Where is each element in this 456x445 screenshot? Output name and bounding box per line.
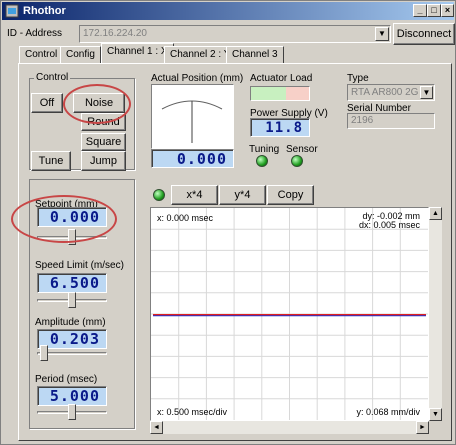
type-combobox[interactable]: RTA AR800 2G ▼ [347, 84, 435, 101]
sensor-led-icon [291, 155, 303, 167]
speed-limit-slider-thumb[interactable] [68, 292, 76, 308]
tab-channel-1[interactable]: Channel 1 : X [101, 43, 174, 64]
tab-control[interactable]: Control [19, 46, 64, 64]
serial-number-field: 2196 [347, 113, 435, 129]
position-gauge [151, 84, 234, 149]
tune-button[interactable]: Tune [31, 151, 71, 171]
app-window: Rhothor _ □ × ID - Address 172.16.224.20… [0, 0, 456, 445]
scope-horizontal-scrollbar[interactable]: ◄ ► [150, 421, 429, 434]
scope-vertical-scrollbar[interactable]: ▲ ▼ [429, 207, 442, 421]
tab-config[interactable]: Config [60, 46, 101, 64]
amplitude-label: Amplitude (mm) [35, 317, 106, 328]
highlight-circle-setpoint [11, 195, 117, 243]
tab-channel-3[interactable]: Channel 3 [226, 46, 284, 64]
maximize-icon[interactable]: □ [427, 4, 441, 17]
position-display: 0.000 [151, 149, 234, 168]
jump-button[interactable]: Jump [81, 151, 126, 171]
actuator-load-bar [250, 86, 310, 101]
scope-status-led-icon [153, 189, 165, 201]
type-value: RTA AR800 2G [351, 87, 419, 98]
type-chevron-down-icon[interactable]: ▼ [420, 86, 433, 99]
address-combobox[interactable]: 172.16.224.20 ▼ [79, 25, 391, 43]
amplitude-slider-thumb[interactable] [40, 345, 49, 361]
scope-grid [151, 208, 428, 420]
address-label: ID - Address [7, 28, 63, 39]
chevron-down-icon[interactable]: ▼ [375, 27, 389, 41]
highlight-circle-noise [63, 84, 131, 124]
copy-button[interactable]: Copy [267, 185, 314, 205]
scroll-up-icon[interactable]: ▲ [429, 207, 442, 220]
type-label: Type [347, 73, 369, 84]
scroll-right-icon[interactable]: ► [416, 421, 429, 434]
scope-plot[interactable]: x: 0.000 msec dy: -0.002 mm dx: 0.005 ms… [150, 207, 429, 421]
window-title: Rhothor [23, 5, 66, 17]
scroll-down-icon[interactable]: ▼ [429, 408, 442, 421]
disconnect-button[interactable]: Disconnect [393, 23, 455, 45]
app-icon [5, 4, 19, 18]
scope-y-scale: y: 0.068 mm/div [356, 407, 420, 417]
minimize-icon[interactable]: _ [413, 4, 427, 17]
gauge-dial [161, 100, 223, 143]
scroll-left-icon[interactable]: ◄ [150, 421, 163, 434]
tuning-led-icon [256, 155, 268, 167]
y4-button[interactable]: y*4 [219, 185, 266, 205]
actual-position-label: Actual Position (mm) [151, 73, 244, 84]
period-display[interactable]: 5.000 [37, 386, 107, 406]
sensor-label: Sensor [286, 144, 318, 155]
scope-x-readout: x: 0.000 msec [157, 213, 214, 223]
power-supply-display: 11.8 [250, 118, 310, 137]
speed-limit-label: Speed Limit (m/sec) [35, 260, 124, 271]
off-button[interactable]: Off [31, 93, 63, 113]
control-group-label: Control [34, 72, 71, 83]
actuator-load-label: Actuator Load [250, 73, 313, 84]
x4-button[interactable]: x*4 [171, 185, 218, 205]
period-label: Period (msec) [35, 374, 98, 385]
scope-x-scale: x: 0.500 msec/div [157, 407, 228, 417]
address-value: 172.16.224.20 [83, 28, 147, 39]
tuning-label: Tuning [249, 144, 280, 155]
serial-number-value: 2196 [351, 115, 374, 126]
close-icon[interactable]: × [441, 4, 454, 17]
period-slider-thumb[interactable] [68, 404, 76, 420]
square-button[interactable]: Square [81, 133, 126, 151]
title-bar: Rhothor [2, 2, 454, 20]
speed-limit-display[interactable]: 6.500 [37, 273, 107, 293]
scope-dx-readout: dx: 0.005 msec [358, 220, 420, 230]
